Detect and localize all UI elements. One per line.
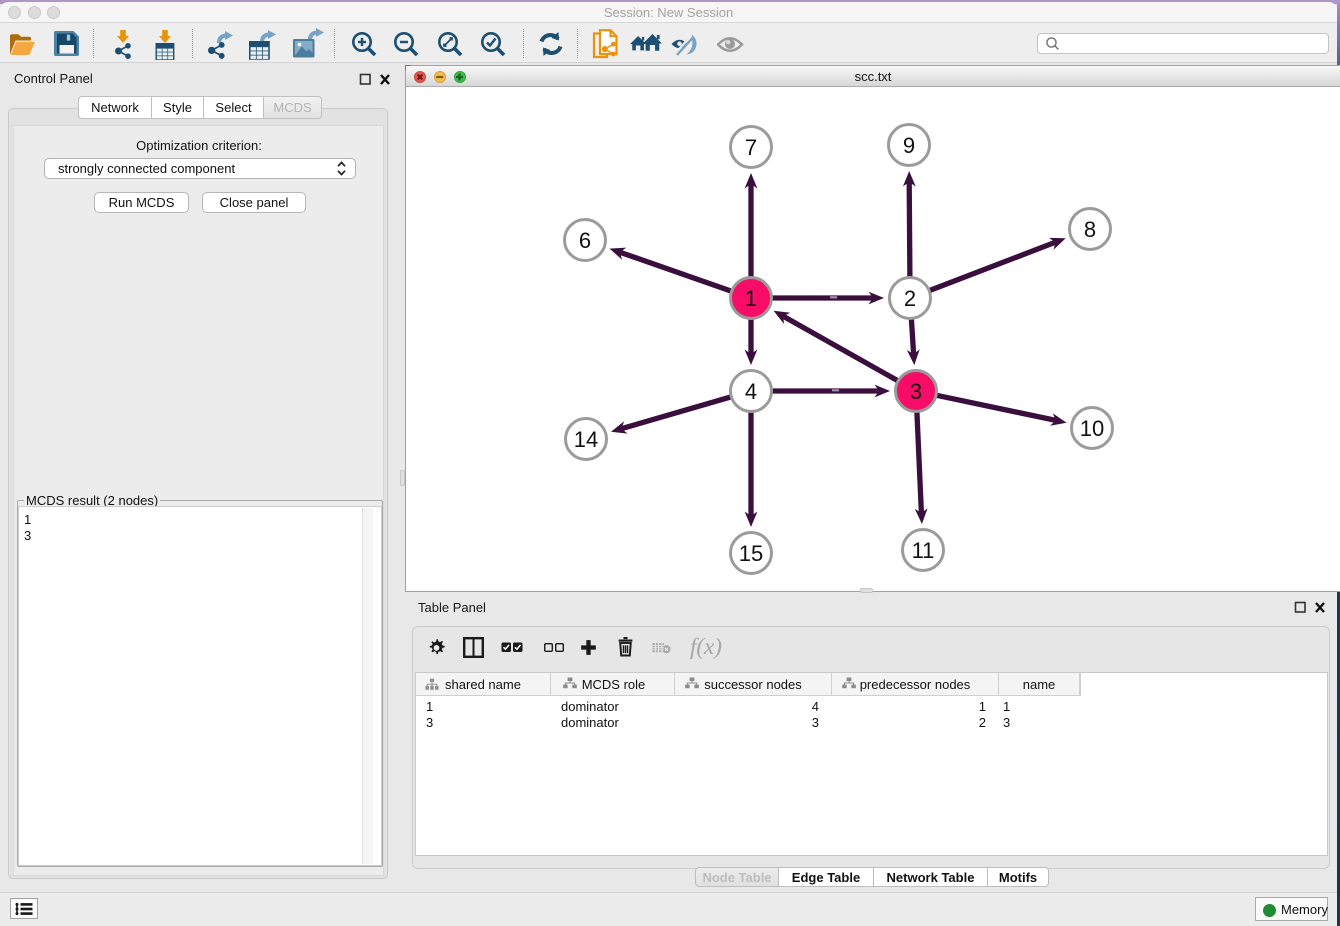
svg-text:15: 15 xyxy=(739,541,763,566)
svg-text:7: 7 xyxy=(745,135,757,160)
svg-text:3: 3 xyxy=(910,379,922,404)
svg-text:14: 14 xyxy=(574,427,598,452)
svg-text:10: 10 xyxy=(1080,416,1104,441)
svg-text:9: 9 xyxy=(903,133,915,158)
svg-text:8: 8 xyxy=(1084,217,1096,242)
svg-text:11: 11 xyxy=(912,538,935,563)
svg-text:6: 6 xyxy=(579,228,591,253)
svg-text:2: 2 xyxy=(904,286,916,311)
svg-text:4: 4 xyxy=(745,379,757,404)
svg-text:1: 1 xyxy=(745,286,757,311)
